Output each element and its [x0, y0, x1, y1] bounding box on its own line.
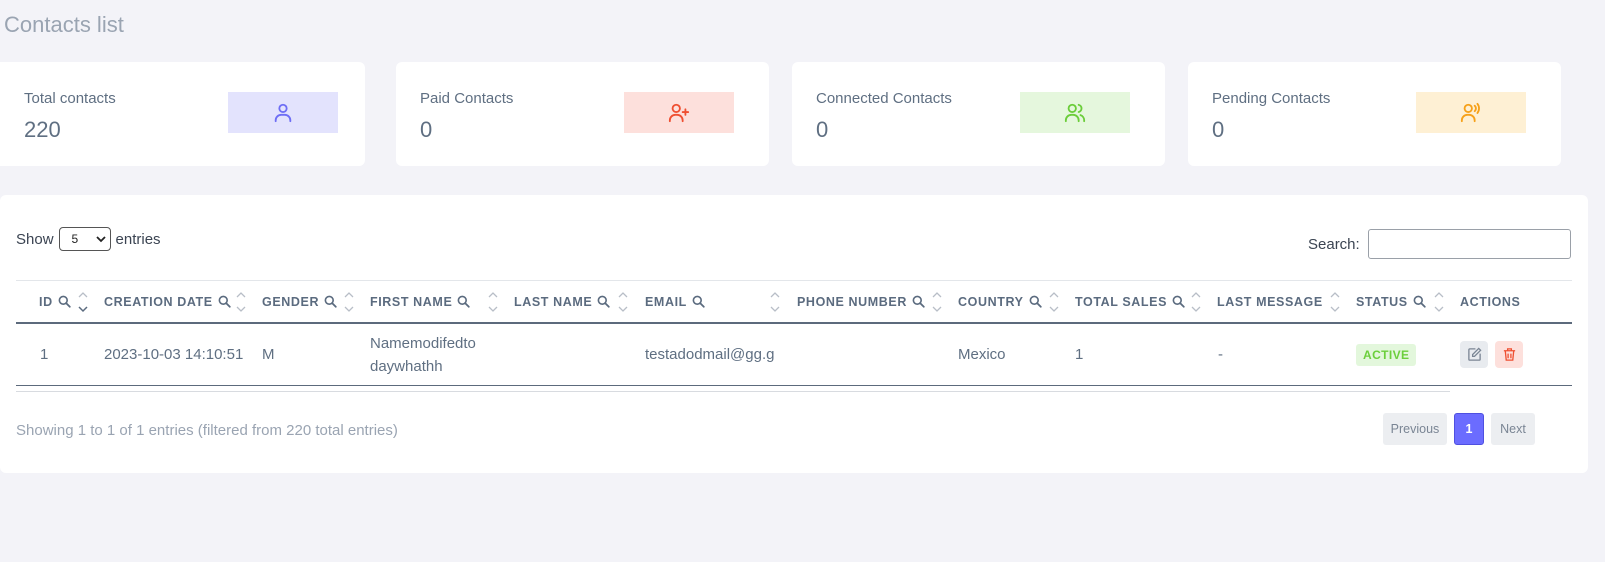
column-header-gender[interactable]: GENDER [262, 281, 337, 322]
sort-icon[interactable] [1191, 290, 1201, 314]
stat-label: Connected Contacts [816, 90, 952, 107]
cell-id: 1 [40, 346, 49, 363]
sort-icon[interactable] [236, 290, 246, 314]
column-label: CREATION DATE [104, 294, 213, 309]
stat-value: 0 [420, 117, 433, 142]
stat-card-pending-contacts: Pending Contacts 0 [1188, 62, 1561, 166]
search-icon[interactable] [1029, 295, 1042, 308]
horizontal-scrollbar[interactable] [16, 391, 1450, 392]
cell-creation-date: 2023-10-03 14:10:51 [104, 346, 244, 363]
column-label: LAST MESSAGE [1217, 294, 1323, 309]
search-icon[interactable] [692, 295, 705, 308]
first-name-line: daywhathh [370, 357, 443, 375]
table-search: Search: [1308, 229, 1571, 259]
sort-icon[interactable] [1049, 290, 1059, 314]
column-label: GENDER [262, 294, 320, 309]
search-icon[interactable] [58, 295, 71, 308]
sort-icon[interactable] [618, 290, 628, 314]
show-label: Show [16, 230, 54, 248]
chevron-down-icon [95, 236, 106, 243]
contacts-table-panel: Show 5 entries Search: ID CREATION DATE … [0, 195, 1588, 473]
cell-email: testadodmail@gg.g [645, 346, 775, 363]
user-icon [228, 92, 338, 133]
column-header-phone-number[interactable]: PHONE NUMBER [797, 281, 925, 322]
column-header-last-message[interactable]: LAST MESSAGE [1217, 281, 1323, 322]
cell-first-name: Namemodifedto daywhathh [370, 324, 500, 385]
cell-total-sales: 1 [1075, 346, 1084, 363]
column-header-total-sales[interactable]: TOTAL SALES [1075, 281, 1185, 322]
stat-value: 220 [24, 117, 61, 142]
users-icon [1020, 92, 1130, 133]
search-icon[interactable] [912, 295, 925, 308]
column-header-email[interactable]: EMAIL [645, 281, 705, 322]
sort-icon[interactable] [770, 290, 780, 314]
stat-value: 0 [1212, 117, 1225, 142]
contacts-table: ID CREATION DATE GENDER FIRST NAME LAST … [16, 280, 1572, 386]
table-info: Showing 1 to 1 of 1 entries (filtered fr… [16, 422, 398, 439]
sort-icon[interactable] [1434, 290, 1444, 314]
column-header-actions: ACTIONS [1460, 281, 1520, 322]
column-label: LAST NAME [514, 294, 593, 309]
cell-last-message: - [1218, 346, 1223, 363]
sort-icon[interactable] [344, 290, 354, 314]
search-icon[interactable] [218, 295, 231, 308]
entries-select[interactable]: 5 [58, 227, 111, 251]
search-icon[interactable] [324, 295, 337, 308]
column-header-status[interactable]: STATUS [1356, 281, 1426, 322]
column-label: ACTIONS [1460, 294, 1521, 309]
column-label: PHONE NUMBER [797, 294, 907, 309]
column-label: TOTAL SALES [1075, 294, 1168, 309]
column-header-creation-date[interactable]: CREATION DATE [104, 281, 231, 322]
column-header-last-name[interactable]: LAST NAME [514, 281, 611, 322]
search-icon[interactable] [597, 295, 611, 308]
status-badge: ACTIVE [1356, 343, 1417, 366]
sort-icon[interactable] [488, 290, 498, 314]
edit-button[interactable] [1460, 341, 1488, 368]
column-header-country[interactable]: COUNTRY [958, 281, 1042, 322]
user-plus-icon [624, 92, 734, 133]
sort-icon[interactable] [78, 290, 88, 314]
delete-button[interactable] [1495, 341, 1523, 368]
search-input[interactable] [1367, 229, 1571, 259]
cell-gender: M [262, 346, 275, 363]
entries-select-value: 5 [71, 232, 79, 246]
column-label: STATUS [1356, 294, 1408, 309]
column-label: ID [39, 294, 53, 309]
stat-label: Total contacts [24, 90, 116, 107]
search-label: Search: [1308, 235, 1360, 253]
entries-label: entries [115, 230, 161, 248]
trash-icon [1503, 348, 1515, 361]
previous-button[interactable]: Previous [1383, 413, 1447, 445]
sort-icon[interactable] [932, 290, 942, 314]
page-title: Contacts list [4, 12, 124, 37]
cell-country: Mexico [958, 346, 1006, 363]
first-name-line: Namemodifedto [370, 334, 476, 352]
search-icon[interactable] [457, 295, 471, 308]
sort-icon[interactable] [1330, 290, 1340, 314]
user-signal-icon [1416, 92, 1526, 133]
stat-value: 0 [816, 117, 829, 142]
stat-label: Pending Contacts [1212, 90, 1331, 107]
column-label: EMAIL [645, 294, 687, 309]
search-icon[interactable] [1172, 295, 1185, 308]
stat-card-total-contacts: Total contacts 220 [0, 62, 365, 166]
table-row: 1 2023-10-03 14:10:51 M Namemodifedto da… [16, 324, 1572, 386]
page-button-1[interactable]: 1 [1454, 413, 1484, 445]
column-header-id[interactable]: ID [39, 281, 71, 322]
stat-card-paid-contacts: Paid Contacts 0 [396, 62, 769, 166]
stat-card-connected-contacts: Connected Contacts 0 [792, 62, 1165, 166]
edit-icon [1467, 347, 1482, 361]
column-label: COUNTRY [958, 294, 1024, 309]
column-label: FIRST NAME [370, 294, 453, 309]
stat-label: Paid Contacts [420, 90, 514, 107]
cell-status: ACTIVE [1356, 324, 1417, 385]
next-button[interactable]: Next [1491, 413, 1535, 445]
entries-length-control: Show 5 entries [16, 227, 161, 251]
table-header: ID CREATION DATE GENDER FIRST NAME LAST … [16, 280, 1572, 324]
search-icon[interactable] [1413, 295, 1426, 308]
column-header-first-name[interactable]: FIRST NAME [370, 281, 471, 322]
